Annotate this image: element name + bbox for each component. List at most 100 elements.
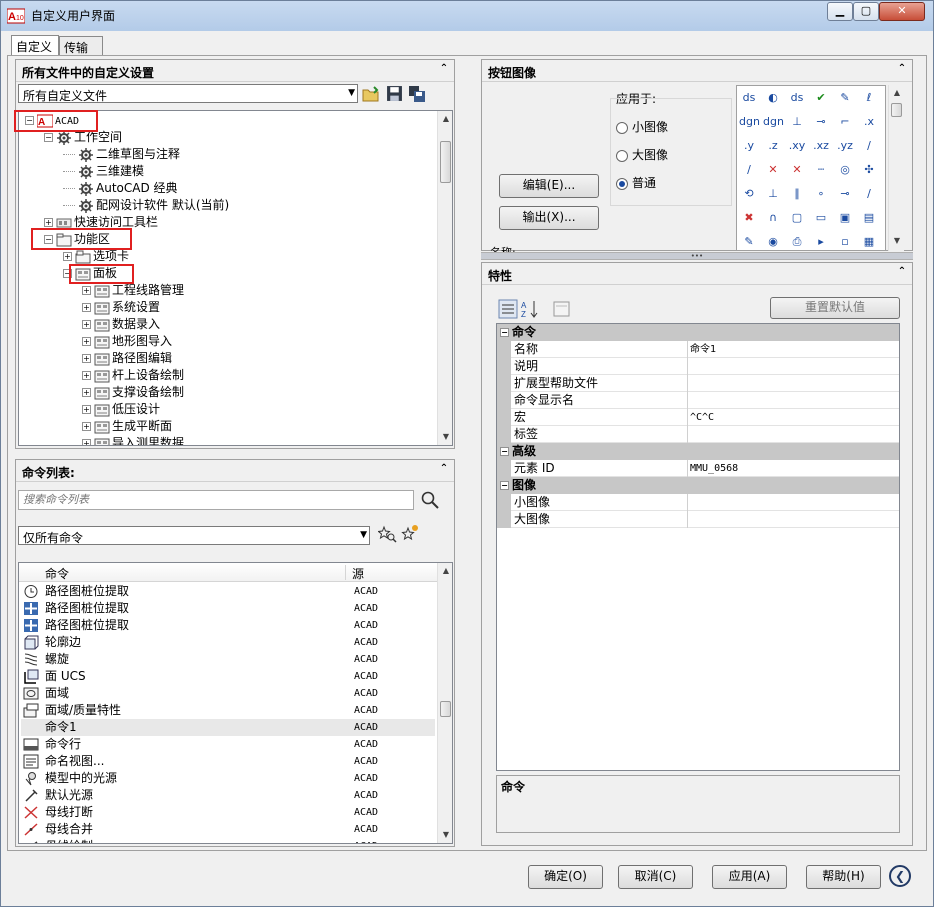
button-image-cell[interactable]: ◉ xyxy=(763,232,783,250)
collapse-icon[interactable]: ⌃ xyxy=(438,63,450,77)
maximize-button[interactable]: ▢ xyxy=(853,2,879,21)
apply-button[interactable]: 应用(A) xyxy=(712,865,787,889)
tree-node[interactable]: 配网设计软件 默认(当前) xyxy=(63,197,229,214)
property-pages-icon[interactable] xyxy=(552,299,572,319)
expand-icon[interactable]: + xyxy=(82,303,91,312)
command-row[interactable]: 路径图桩位提取 ACAD xyxy=(21,583,435,600)
command-filter-combo[interactable]: 仅所有命令 ▼ xyxy=(18,526,370,545)
radio-icon[interactable] xyxy=(616,177,628,190)
button-image-cell[interactable]: ds xyxy=(787,88,807,108)
button-image-cell[interactable]: ✕ xyxy=(763,160,783,180)
property-row[interactable]: 元素 ID MMU_0568 xyxy=(497,460,899,477)
button-image-cell[interactable]: ✕ xyxy=(787,160,807,180)
property-row[interactable]: 名称 命令1 xyxy=(497,341,899,358)
collapse-icon[interactable]: ⌃ xyxy=(896,63,908,77)
edit-image-button[interactable]: 编辑(E)... xyxy=(499,174,599,198)
collapse-node-icon[interactable]: − xyxy=(500,447,509,456)
image-grid-scrollbar[interactable]: ▲ ▼ xyxy=(888,85,904,251)
button-image-cell[interactable]: .xz xyxy=(811,136,831,156)
button-image-cell[interactable]: .x xyxy=(859,112,879,132)
command-row[interactable]: 面 UCS ACAD xyxy=(21,668,435,685)
tree-node[interactable]: 三维建模 xyxy=(63,163,144,180)
button-image-cell[interactable]: ▫ xyxy=(835,232,855,250)
button-image-cell[interactable]: ▣ xyxy=(835,208,855,228)
property-row[interactable]: 标签 xyxy=(497,426,899,443)
button-image-cell[interactable]: ◐ xyxy=(763,88,783,108)
button-image-cell[interactable]: ∕ xyxy=(859,184,879,204)
tree-node[interactable]: 二维草图与注释 xyxy=(63,146,180,163)
button-image-cell[interactable]: ✎ xyxy=(739,232,759,250)
expand-icon[interactable]: + xyxy=(82,405,91,414)
new-command-icon[interactable] xyxy=(400,524,420,544)
scroll-up-icon[interactable]: ▲ xyxy=(889,85,905,101)
button-image-cell[interactable]: ⊸ xyxy=(811,112,831,132)
tree-scroll-thumb[interactable] xyxy=(440,141,451,183)
save-icon[interactable] xyxy=(386,85,403,102)
categorized-view-icon[interactable] xyxy=(498,299,518,319)
expand-icon[interactable]: + xyxy=(82,388,91,397)
button-image-cell[interactable]: .z xyxy=(763,136,783,156)
button-image-cell[interactable]: ▤ xyxy=(859,208,879,228)
title-bar[interactable]: A 10 自定义用户界面 ▁ ▢ ✕ xyxy=(1,1,933,31)
scroll-up-icon[interactable]: ▲ xyxy=(438,563,452,579)
button-image-cell[interactable]: ▢ xyxy=(787,208,807,228)
tree-node[interactable]: + 工程线路管理 xyxy=(82,282,184,299)
save-all-icon[interactable] xyxy=(408,85,426,103)
property-row[interactable]: 命令显示名 xyxy=(497,392,899,409)
property-category[interactable]: − 命令 xyxy=(497,324,899,341)
collapse-node-icon[interactable]: − xyxy=(44,133,53,142)
button-image-cell[interactable]: ⊥ xyxy=(787,112,807,132)
expand-icon[interactable]: + xyxy=(44,218,53,227)
ok-button[interactable]: 确定(O) xyxy=(528,865,603,889)
command-row[interactable]: 轮廓边 ACAD xyxy=(21,634,435,651)
radio-icon[interactable] xyxy=(616,149,628,162)
property-row[interactable]: 宏 ^C^C xyxy=(497,409,899,426)
button-image-cell[interactable]: ∩ xyxy=(763,208,783,228)
command-row[interactable]: 命名视图... ACAD xyxy=(21,753,435,770)
tree-node[interactable]: + 生成平断面 xyxy=(82,418,172,435)
close-button[interactable]: ✕ xyxy=(879,2,925,21)
command-row[interactable]: 命令1 ACAD xyxy=(21,719,435,736)
expand-icon[interactable]: + xyxy=(82,422,91,431)
button-image-cell[interactable]: ∘ xyxy=(811,184,831,204)
scroll-up-icon[interactable]: ▲ xyxy=(438,111,452,127)
image-grid-scroll-thumb[interactable] xyxy=(891,103,902,117)
button-image-cell[interactable]: ✣ xyxy=(859,160,879,180)
button-image-cell[interactable]: ✖ xyxy=(739,208,759,228)
command-list[interactable]: 命令 源 路径图桩位提取 ACAD 路径图桩位提取 ACAD 路径图桩位提取 ACAD 轮廓… xyxy=(18,562,453,844)
tree-node[interactable]: + 低压设计 xyxy=(82,401,160,418)
button-image-cell[interactable]: ◎ xyxy=(835,160,855,180)
property-row[interactable]: 小图像 xyxy=(497,494,899,511)
tab-customize[interactable]: 自定义 xyxy=(11,35,59,55)
expand-icon[interactable]: + xyxy=(82,286,91,295)
tree-node[interactable]: + 支撑设备绘制 xyxy=(82,384,184,401)
scroll-down-icon[interactable]: ▼ xyxy=(438,429,452,445)
button-image-cell[interactable]: ▸ xyxy=(811,232,831,250)
apply-to-radio[interactable]: 小图像 xyxy=(616,118,668,135)
expand-icon[interactable]: + xyxy=(82,337,91,346)
collapse-dialog-button[interactable]: ❮ xyxy=(889,865,911,887)
button-image-cell[interactable]: ⊸ xyxy=(835,184,855,204)
property-row[interactable]: 大图像 xyxy=(497,511,899,528)
col-source-header[interactable]: 源 xyxy=(352,565,364,582)
tree-node[interactable]: + 路径图编辑 xyxy=(82,350,172,367)
minimize-button[interactable]: ▁ xyxy=(827,2,853,21)
property-row[interactable]: 扩展型帮助文件 xyxy=(497,375,899,392)
col-command-header[interactable]: 命令 xyxy=(45,565,69,582)
tree-node[interactable]: + 数据录入 xyxy=(82,316,160,333)
button-image-cell[interactable]: dgn xyxy=(739,112,760,132)
button-image-cell[interactable]: ∕ xyxy=(859,136,879,156)
property-row[interactable]: 说明 xyxy=(497,358,899,375)
image-grid[interactable]: ds ◐ ds ✔ ✎ ℓ dgn dgn ⊥ ⊸ ⌐ .x .y .z .xy .xz .yz ∕ ∕ ✕ ✕ ┄ ◎ ✣ ⟲… xyxy=(736,85,886,251)
button-image-cell[interactable]: ℓ xyxy=(859,88,879,108)
button-image-cell[interactable]: ✎ xyxy=(835,88,855,108)
button-image-cell[interactable]: dgn xyxy=(763,112,784,132)
command-row[interactable]: 母线绘制 ACAD xyxy=(21,838,435,843)
property-value[interactable]: ^C^C xyxy=(690,409,714,426)
apply-to-radio[interactable]: 大图像 xyxy=(616,146,668,163)
collapse-icon[interactable]: ⌃ xyxy=(896,266,908,280)
tree-node[interactable]: + 导入测里数据 xyxy=(82,435,184,445)
expand-icon[interactable]: + xyxy=(82,320,91,329)
column-divider[interactable] xyxy=(345,565,346,580)
customization-file-combo[interactable]: 所有自定义文件 ▼ xyxy=(18,84,358,103)
